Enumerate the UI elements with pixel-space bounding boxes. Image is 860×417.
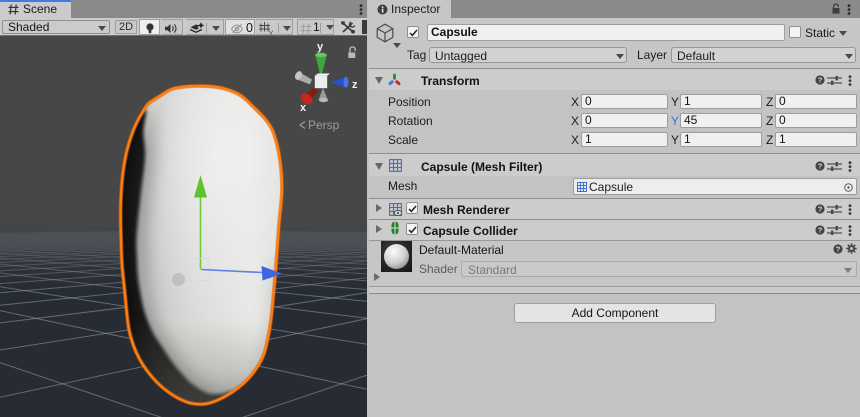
svg-text:?: ? [818, 205, 823, 214]
svg-text:x: x [300, 102, 307, 114]
svg-text:?: ? [818, 226, 823, 235]
svg-text:?: ? [818, 162, 823, 171]
svg-text:y: y [317, 41, 324, 53]
svg-text:Y: Y [269, 29, 274, 37]
svg-text:?: ? [836, 245, 841, 254]
svg-text:?: ? [818, 76, 823, 85]
svg-text:Persp: Persp [308, 118, 340, 132]
svg-text:z: z [352, 79, 358, 91]
